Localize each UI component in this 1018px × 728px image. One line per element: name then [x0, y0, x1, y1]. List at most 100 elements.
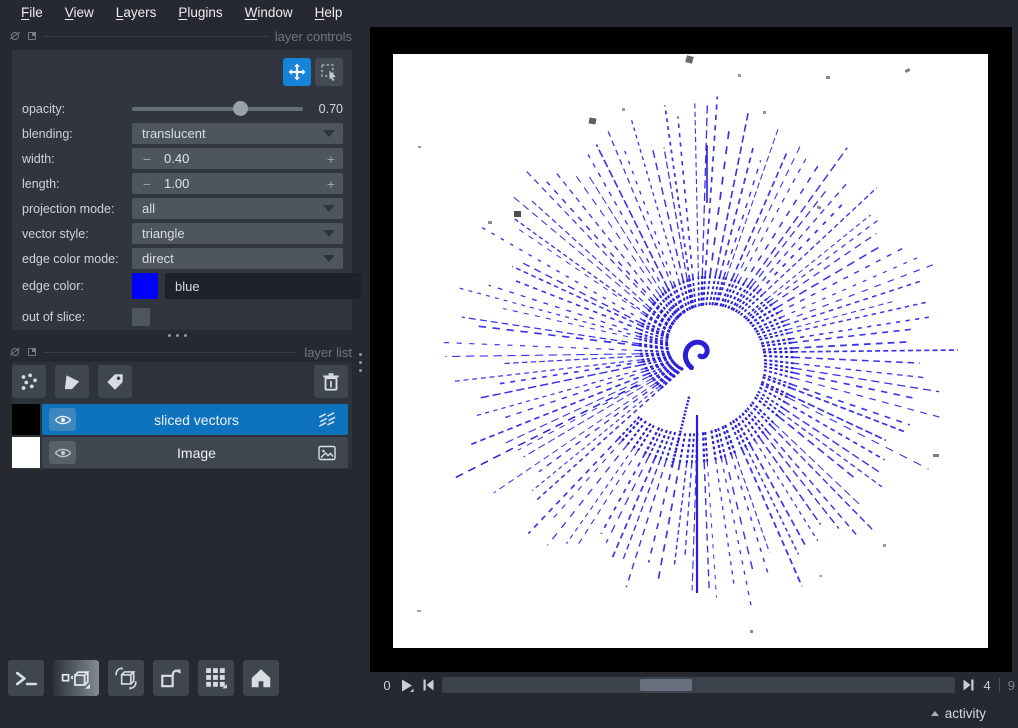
frame-slider[interactable] — [442, 677, 955, 693]
image-layer-icon — [317, 444, 339, 462]
increment-button[interactable]: + — [327, 151, 335, 167]
projection-mode-dropdown[interactable]: all — [132, 198, 343, 219]
width-label: width: — [22, 152, 132, 166]
out-of-slice-label: out of slice: — [22, 310, 132, 324]
edge-color-label: edge color: — [22, 279, 132, 293]
move-arrows-icon — [287, 62, 307, 82]
layer-row-sliced-vectors[interactable]: sliced vectors — [12, 404, 348, 435]
layer-name: Image — [76, 445, 317, 461]
new-points-layer-button[interactable] — [12, 365, 46, 398]
menu-file[interactable]: File — [10, 2, 54, 23]
current-frame[interactable]: 4 — [982, 678, 991, 693]
new-labels-layer-button[interactable] — [98, 365, 132, 398]
decrement-button[interactable]: − — [132, 176, 162, 192]
home-icon — [249, 667, 273, 689]
points-icon — [18, 371, 40, 393]
blending-row: blending: translucent — [22, 121, 343, 146]
chevron-down-icon — [323, 230, 335, 237]
labels-icon — [104, 371, 126, 393]
hide-panel-icon[interactable] — [10, 347, 20, 357]
blending-label: blending: — [22, 127, 132, 141]
ndisplay-toggle-button[interactable] — [53, 660, 99, 696]
total-frames: 9 — [1008, 678, 1015, 693]
out-of-slice-checkbox[interactable] — [132, 308, 150, 326]
length-label: length: — [22, 177, 132, 191]
viewer-canvas[interactable] — [370, 27, 1012, 672]
transpose-dimensions-button[interactable] — [153, 660, 189, 696]
layer-visibility-button[interactable] — [49, 408, 76, 431]
play-icon — [399, 678, 415, 693]
activity-label: activity — [945, 706, 986, 721]
transform-button[interactable] — [315, 58, 343, 86]
length-value[interactable]: 1.00 — [164, 176, 189, 191]
titlebar-divider — [44, 36, 268, 37]
chevron-down-icon — [323, 205, 335, 212]
hide-panel-icon[interactable] — [10, 31, 20, 41]
transform-icon — [319, 62, 339, 82]
opacity-slider-handle[interactable] — [233, 101, 248, 116]
panel-splitter-handle[interactable] — [168, 334, 187, 337]
delete-layer-button[interactable] — [314, 365, 348, 398]
console-button[interactable] — [8, 660, 44, 696]
menu-plugins[interactable]: Plugins — [167, 2, 233, 23]
viewer-toolbar — [8, 660, 279, 696]
layer-thumbnail — [12, 437, 40, 468]
chevron-down-icon — [323, 130, 335, 137]
play-button[interactable] — [398, 677, 415, 693]
float-panel-icon[interactable] — [27, 347, 37, 357]
frame-slider-handle[interactable] — [640, 679, 692, 691]
transpose-icon — [159, 667, 183, 689]
vector-style-value: triangle — [142, 226, 185, 241]
width-value[interactable]: 0.40 — [164, 151, 189, 166]
menu-layers[interactable]: Layers — [105, 2, 168, 23]
roll-dimensions-button[interactable] — [108, 660, 144, 696]
trash-icon — [320, 371, 342, 393]
menu-window[interactable]: Window — [234, 2, 304, 23]
width-row: width: − 0.40 + — [22, 146, 343, 171]
edge-color-mode-label: edge color mode: — [22, 252, 132, 266]
grid-icon — [204, 667, 228, 689]
layer-controls-titlebar: layer controls — [0, 28, 366, 44]
layer-list-titlebar: layer list — [0, 344, 366, 360]
image-layer-view — [393, 54, 988, 648]
decrement-button[interactable]: − — [132, 151, 162, 167]
chevron-down-icon — [323, 255, 335, 262]
new-shapes-layer-button[interactable] — [55, 365, 89, 398]
layer-row-image[interactable]: Image — [12, 437, 348, 468]
blending-value: translucent — [142, 126, 206, 141]
opacity-label: opacity: — [22, 102, 132, 116]
vector-style-row: vector style: triangle — [22, 221, 343, 246]
menu-view[interactable]: View — [54, 2, 105, 23]
opacity-slider[interactable] — [132, 107, 303, 111]
layer-list-title: layer list — [304, 345, 352, 360]
layer-visibility-button[interactable] — [49, 441, 76, 464]
edge-color-mode-dropdown[interactable]: direct — [132, 248, 343, 269]
titlebar-divider — [44, 352, 297, 353]
vectors-layer-icon — [317, 410, 339, 430]
layer-name: sliced vectors — [76, 412, 317, 428]
axis-label: 0 — [381, 678, 393, 693]
float-panel-icon[interactable] — [27, 31, 37, 41]
activity-button[interactable]: activity — [931, 706, 986, 721]
projection-mode-row: projection mode: all — [22, 196, 343, 221]
increment-button[interactable]: + — [327, 176, 335, 192]
width-spinbox[interactable]: − 0.40 + — [132, 148, 343, 169]
opacity-row: opacity: 0.70 — [22, 96, 343, 121]
edge-color-swatch[interactable] — [132, 273, 158, 299]
dims-slider-row: 0 4 9 — [381, 676, 1015, 694]
pan-zoom-button[interactable] — [283, 58, 311, 86]
vector-style-label: vector style: — [22, 227, 132, 241]
grid-view-button[interactable] — [198, 660, 234, 696]
length-spinbox[interactable]: − 1.00 + — [132, 173, 343, 194]
blending-dropdown[interactable]: translucent — [132, 123, 343, 144]
menu-bar: File View Layers Plugins Window Help — [0, 0, 1018, 25]
vector-style-dropdown[interactable]: triangle — [132, 223, 343, 244]
skip-to-first-button[interactable] — [420, 677, 437, 693]
edge-color-row: edge color: — [22, 271, 343, 301]
menu-help[interactable]: Help — [304, 2, 354, 23]
skip-to-last-button[interactable] — [960, 677, 977, 693]
home-button[interactable] — [243, 660, 279, 696]
layer-controls-title: layer controls — [275, 29, 352, 44]
edge-color-input[interactable] — [165, 273, 361, 299]
layer-list-panel: sliced vectors Image — [12, 362, 352, 469]
